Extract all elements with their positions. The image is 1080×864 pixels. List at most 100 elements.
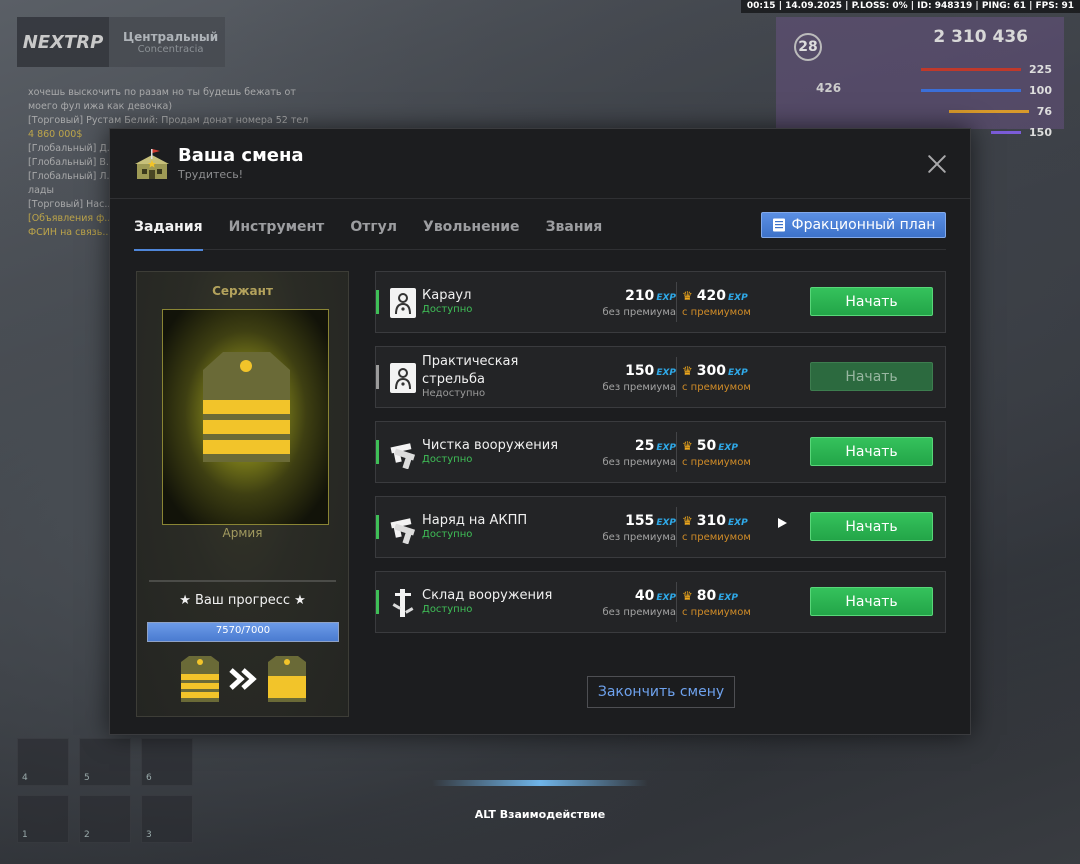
player-stats-panel: 28 2 310 436 426 225 100 76 150 xyxy=(776,17,1064,139)
weapon-rack-icon xyxy=(389,587,417,619)
inventory-slot[interactable]: 4 xyxy=(17,738,69,786)
rank-name: Сержант xyxy=(212,284,273,298)
availability-stripe xyxy=(376,590,379,614)
task-row: Караул Доступно 210 EXP без премиума ♛ 420 EXP с… xyxy=(375,271,946,333)
exp-with-premium: ♛ 80 EXP с премиумом xyxy=(682,585,802,618)
player-money: 2 310 436 xyxy=(933,27,1028,47)
divider xyxy=(676,357,677,397)
sergeant-shoulder-board-icon xyxy=(203,352,290,462)
modal-header: Ваша смена Трудитесь! xyxy=(110,129,970,199)
double-chevron-right-icon xyxy=(229,668,257,690)
premium-exp-value: 420 xyxy=(696,288,726,304)
close-icon[interactable] xyxy=(926,153,948,175)
tab-day-off[interactable]: Отгул xyxy=(350,209,397,250)
exp-tag: EXP xyxy=(656,368,676,378)
exp-caption: без премиума xyxy=(602,307,677,318)
start-task-button[interactable]: Начать xyxy=(810,587,933,616)
exp-without-premium: 155 EXP без премиума xyxy=(596,510,677,543)
document-icon xyxy=(772,218,785,232)
current-rank-icon xyxy=(181,656,219,702)
task-name: Практическая стрельба xyxy=(422,354,519,387)
exp-caption: без премиума xyxy=(602,457,677,468)
task-name: Наряд на АКПП xyxy=(422,513,528,528)
server-name: Центральный xyxy=(123,29,219,44)
crown-icon: ♛ xyxy=(682,589,693,603)
chat-line: хочешь выскочить по разам но ты будешь б… xyxy=(28,87,296,98)
finish-shift-button[interactable]: Закончить смену xyxy=(587,676,735,708)
exp-value: 25 xyxy=(634,438,655,454)
divider xyxy=(676,582,677,622)
task-status: Доступно xyxy=(422,604,473,615)
tab-dismissal[interactable]: Увольнение xyxy=(423,209,520,250)
exp-tag: EXP xyxy=(656,593,676,603)
status-bar: 00:15 | 14.09.2025 | P.LOSS: 0% | ID: 94… xyxy=(740,0,1080,13)
task-row: Наряд на АКПП Доступно 155 EXP без премиума ♛… xyxy=(375,496,946,558)
premium-exp-value: 80 xyxy=(696,588,717,604)
exp-value: 155 xyxy=(625,513,655,529)
premium-caption: с премиумом xyxy=(682,307,751,318)
exp-without-premium: 40 EXP без премиума xyxy=(596,585,677,618)
divider xyxy=(676,432,677,472)
tab-tools[interactable]: Инструмент xyxy=(229,209,325,250)
progress-title: ★ Ваш прогресс ★ xyxy=(179,593,306,608)
exp-without-premium: 25 EXP без премиума xyxy=(596,435,677,468)
exp-tag: EXP xyxy=(728,518,748,528)
exp-with-premium: ♛ 420 EXP с премиумом xyxy=(682,285,802,318)
crown-icon: ♛ xyxy=(682,439,693,453)
task-name: Склад вооружения xyxy=(422,588,553,603)
crown-icon: ♛ xyxy=(682,514,693,528)
next-rank-icon xyxy=(268,656,306,702)
mouse-cursor xyxy=(778,518,787,528)
rank-progress-bar: 7570/7000 xyxy=(147,622,339,642)
interaction-hint: ALT Взаимодействие xyxy=(474,808,606,821)
start-task-button[interactable]: Начать xyxy=(810,437,933,466)
exp-caption: без премиума xyxy=(602,607,677,618)
start-task-button[interactable]: Начать xyxy=(810,512,933,541)
exp-value: 40 xyxy=(634,588,655,604)
divider xyxy=(149,580,336,582)
exp-caption: без премиума xyxy=(602,382,677,393)
barracks-icon xyxy=(135,149,169,179)
task-row: Склад вооружения Доступно 40 EXP без премиум… xyxy=(375,571,946,633)
rank-card: Сержант Армия ★ Ваш прогресс ★ 7570/7000 xyxy=(136,271,349,717)
interaction-glow-bar xyxy=(432,780,648,786)
exp-tag: EXP xyxy=(728,293,748,303)
availability-stripe xyxy=(376,440,379,464)
inventory-slot[interactable]: 6 xyxy=(141,738,193,786)
start-task-button[interactable]: Начать xyxy=(810,287,933,316)
exp-tag: EXP xyxy=(728,368,748,378)
stat-line-health: 225 xyxy=(892,59,1052,80)
task-row: Чистка вооружения Доступно 25 EXP без премиу… xyxy=(375,421,946,483)
rank-branch: Армия xyxy=(222,526,263,540)
crown-icon: ♛ xyxy=(682,364,693,378)
inventory-slot[interactable]: 5 xyxy=(79,738,131,786)
availability-stripe xyxy=(376,365,379,389)
exp-tag: EXP xyxy=(656,293,676,303)
task-status: Доступно xyxy=(422,454,473,465)
exp-without-premium: 150 EXP без премиума xyxy=(596,360,677,393)
availability-stripe xyxy=(376,515,379,539)
faction-plan-button[interactable]: Фракционный план xyxy=(761,212,946,238)
premium-exp-value: 300 xyxy=(696,363,726,379)
exp-with-premium: ♛ 50 EXP с премиумом xyxy=(682,435,802,468)
premium-caption: с премиумом xyxy=(682,457,751,468)
tab-ranks[interactable]: Звания xyxy=(546,209,603,250)
divider xyxy=(676,507,677,547)
chat-line: моего фул ижа как девочка) xyxy=(28,101,173,112)
availability-stripe xyxy=(376,290,379,314)
exp-with-premium: ♛ 300 EXP с премиумом xyxy=(682,360,802,393)
exp-value: 150 xyxy=(625,363,655,379)
task-name: Караул xyxy=(422,288,472,303)
premium-caption: с премиумом xyxy=(682,382,751,393)
premium-caption: с премиумом xyxy=(682,607,751,618)
tab-tasks[interactable]: Задания xyxy=(134,209,203,251)
rank-progress-text: 7570/7000 xyxy=(215,625,271,636)
premium-exp-value: 50 xyxy=(696,438,717,454)
exp-tag: EXP xyxy=(656,518,676,528)
premium-exp-value: 310 xyxy=(696,513,726,529)
task-status: Недоступно xyxy=(422,388,486,399)
shooting-target-icon xyxy=(389,287,417,319)
task-status: Доступно xyxy=(422,304,473,315)
task-status: Доступно xyxy=(422,529,473,540)
task-row: Практическая стрельба Недоступно 150 EXP без… xyxy=(375,346,946,408)
